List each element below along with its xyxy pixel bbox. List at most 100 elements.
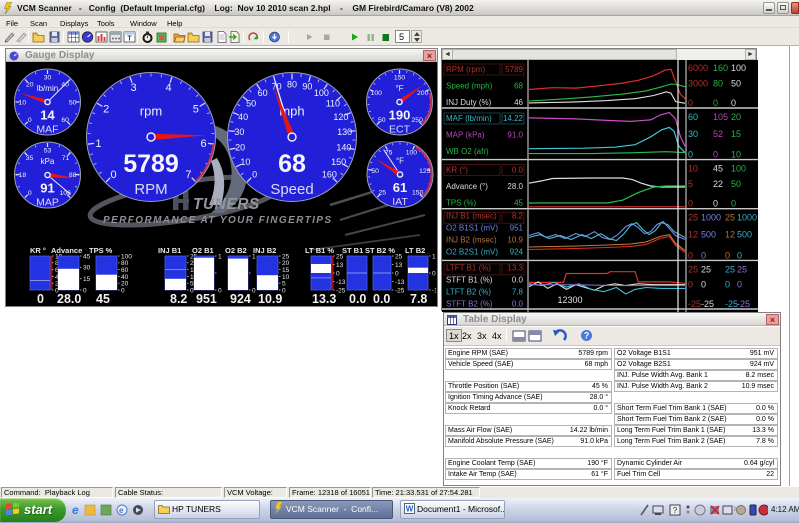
svg-text:80: 80 [287, 79, 297, 89]
svg-text:10.9: 10.9 [507, 236, 523, 245]
svg-text:-25: -25 [737, 299, 750, 309]
svg-text:0: 0 [395, 270, 399, 277]
svg-text:13: 13 [395, 262, 403, 269]
svg-text:Speed (mph): Speed (mph) [446, 82, 493, 91]
svg-text:0: 0 [731, 98, 736, 108]
svg-text:25: 25 [379, 190, 387, 197]
svg-text:25: 25 [701, 264, 711, 274]
svg-text:46: 46 [514, 98, 523, 107]
svg-text:1000: 1000 [737, 213, 757, 223]
svg-text:6: 6 [201, 138, 207, 150]
svg-text:°F: °F [396, 157, 404, 166]
svg-text:0.0: 0.0 [349, 292, 366, 306]
svg-text:20: 20 [731, 112, 741, 122]
svg-text:100: 100 [731, 164, 746, 174]
svg-text:0: 0 [688, 280, 693, 290]
svg-text:0: 0 [252, 287, 256, 294]
svg-text:28.0: 28.0 [57, 292, 81, 306]
svg-text:0: 0 [28, 117, 32, 124]
svg-text:0: 0 [432, 270, 436, 277]
svg-text:0: 0 [218, 287, 222, 294]
svg-text:7.8: 7.8 [512, 287, 524, 296]
svg-text:Advance: Advance [51, 246, 82, 255]
svg-text:O2 B1: O2 B1 [192, 246, 214, 255]
svg-text:KR °: KR ° [30, 246, 46, 255]
svg-text:50: 50 [731, 79, 741, 89]
svg-text:INJ B1 (msec): INJ B1 (msec) [446, 212, 497, 221]
svg-text:10: 10 [240, 157, 250, 167]
svg-text:500: 500 [737, 230, 752, 240]
svg-text:TPS %: TPS % [89, 246, 113, 255]
svg-text:0: 0 [688, 250, 693, 260]
svg-text:80: 80 [713, 79, 723, 89]
svg-text:25: 25 [688, 264, 698, 274]
svg-text:LT B2: LT B2 [405, 246, 425, 255]
svg-text:60: 60 [258, 88, 268, 98]
svg-text:ECT: ECT [389, 124, 411, 136]
svg-text:MAP (kPa): MAP (kPa) [446, 131, 485, 140]
svg-text:RPM: RPM [134, 181, 167, 198]
svg-text:-13: -13 [336, 279, 346, 286]
svg-text:7: 7 [185, 169, 191, 181]
svg-text:90: 90 [302, 82, 312, 92]
svg-text:91.0: 91.0 [507, 131, 523, 140]
svg-text:0.0: 0.0 [512, 299, 524, 308]
svg-text:15: 15 [83, 276, 91, 283]
svg-text:150: 150 [412, 190, 424, 197]
svg-text:12: 12 [725, 230, 735, 240]
svg-text:7.8: 7.8 [410, 292, 427, 306]
svg-text:25: 25 [737, 264, 747, 274]
svg-text:5: 5 [193, 104, 199, 116]
svg-text:8.2: 8.2 [512, 212, 524, 221]
svg-text:): ) [734, 506, 736, 512]
svg-text:50: 50 [69, 99, 77, 106]
svg-text:-25: -25 [395, 287, 405, 294]
svg-text:20: 20 [235, 143, 245, 153]
svg-text:0: 0 [737, 280, 742, 290]
svg-text:5: 5 [688, 179, 693, 189]
svg-text:ST B2 %: ST B2 % [365, 246, 395, 255]
svg-text:0.0: 0.0 [512, 166, 524, 175]
svg-text:12: 12 [688, 230, 698, 240]
svg-text:kPa: kPa [41, 157, 55, 166]
svg-text:53: 53 [44, 147, 52, 154]
svg-text:T: T [127, 36, 132, 43]
svg-text:MAF (lb/min): MAF (lb/min) [446, 114, 492, 123]
svg-text:52: 52 [713, 129, 723, 139]
svg-text:160: 160 [713, 63, 728, 73]
svg-text:KR (°): KR (°) [446, 166, 468, 175]
svg-text:3000: 3000 [688, 79, 708, 89]
svg-text:25: 25 [688, 213, 698, 223]
svg-text:0: 0 [701, 280, 706, 290]
svg-text:O2 B2: O2 B2 [225, 246, 247, 255]
svg-text:30: 30 [83, 265, 91, 272]
svg-text:0: 0 [121, 287, 125, 294]
svg-text:10.9: 10.9 [258, 292, 282, 306]
svg-text:LT B1 %: LT B1 % [305, 246, 334, 255]
svg-text:0: 0 [737, 250, 742, 260]
svg-text:?: ? [673, 506, 678, 515]
svg-text:0: 0 [688, 150, 693, 160]
svg-text:45: 45 [96, 292, 110, 306]
svg-text:0: 0 [282, 287, 286, 294]
svg-text:105: 105 [713, 112, 728, 122]
svg-text:160: 160 [322, 170, 337, 180]
svg-text:50: 50 [378, 117, 386, 124]
svg-text:0.0: 0.0 [512, 275, 524, 284]
svg-text:0: 0 [725, 250, 730, 260]
svg-text:25: 25 [395, 253, 403, 260]
svg-text:rpm: rpm [140, 104, 162, 119]
svg-text:25: 25 [725, 213, 735, 223]
svg-text:MAP: MAP [36, 197, 59, 209]
svg-text:0.0: 0.0 [373, 292, 390, 306]
svg-text:?: ? [584, 331, 590, 341]
svg-text:30: 30 [234, 127, 244, 137]
svg-text:924: 924 [230, 292, 251, 306]
svg-text:125: 125 [419, 168, 431, 175]
svg-text:-25: -25 [336, 287, 346, 294]
svg-text:45: 45 [713, 164, 723, 174]
svg-text:68: 68 [514, 82, 523, 91]
svg-text:e: e [119, 506, 124, 515]
svg-text:STFT B1 (%): STFT B1 (%) [446, 275, 493, 284]
svg-text:INJ B2 (msec): INJ B2 (msec) [446, 236, 497, 245]
